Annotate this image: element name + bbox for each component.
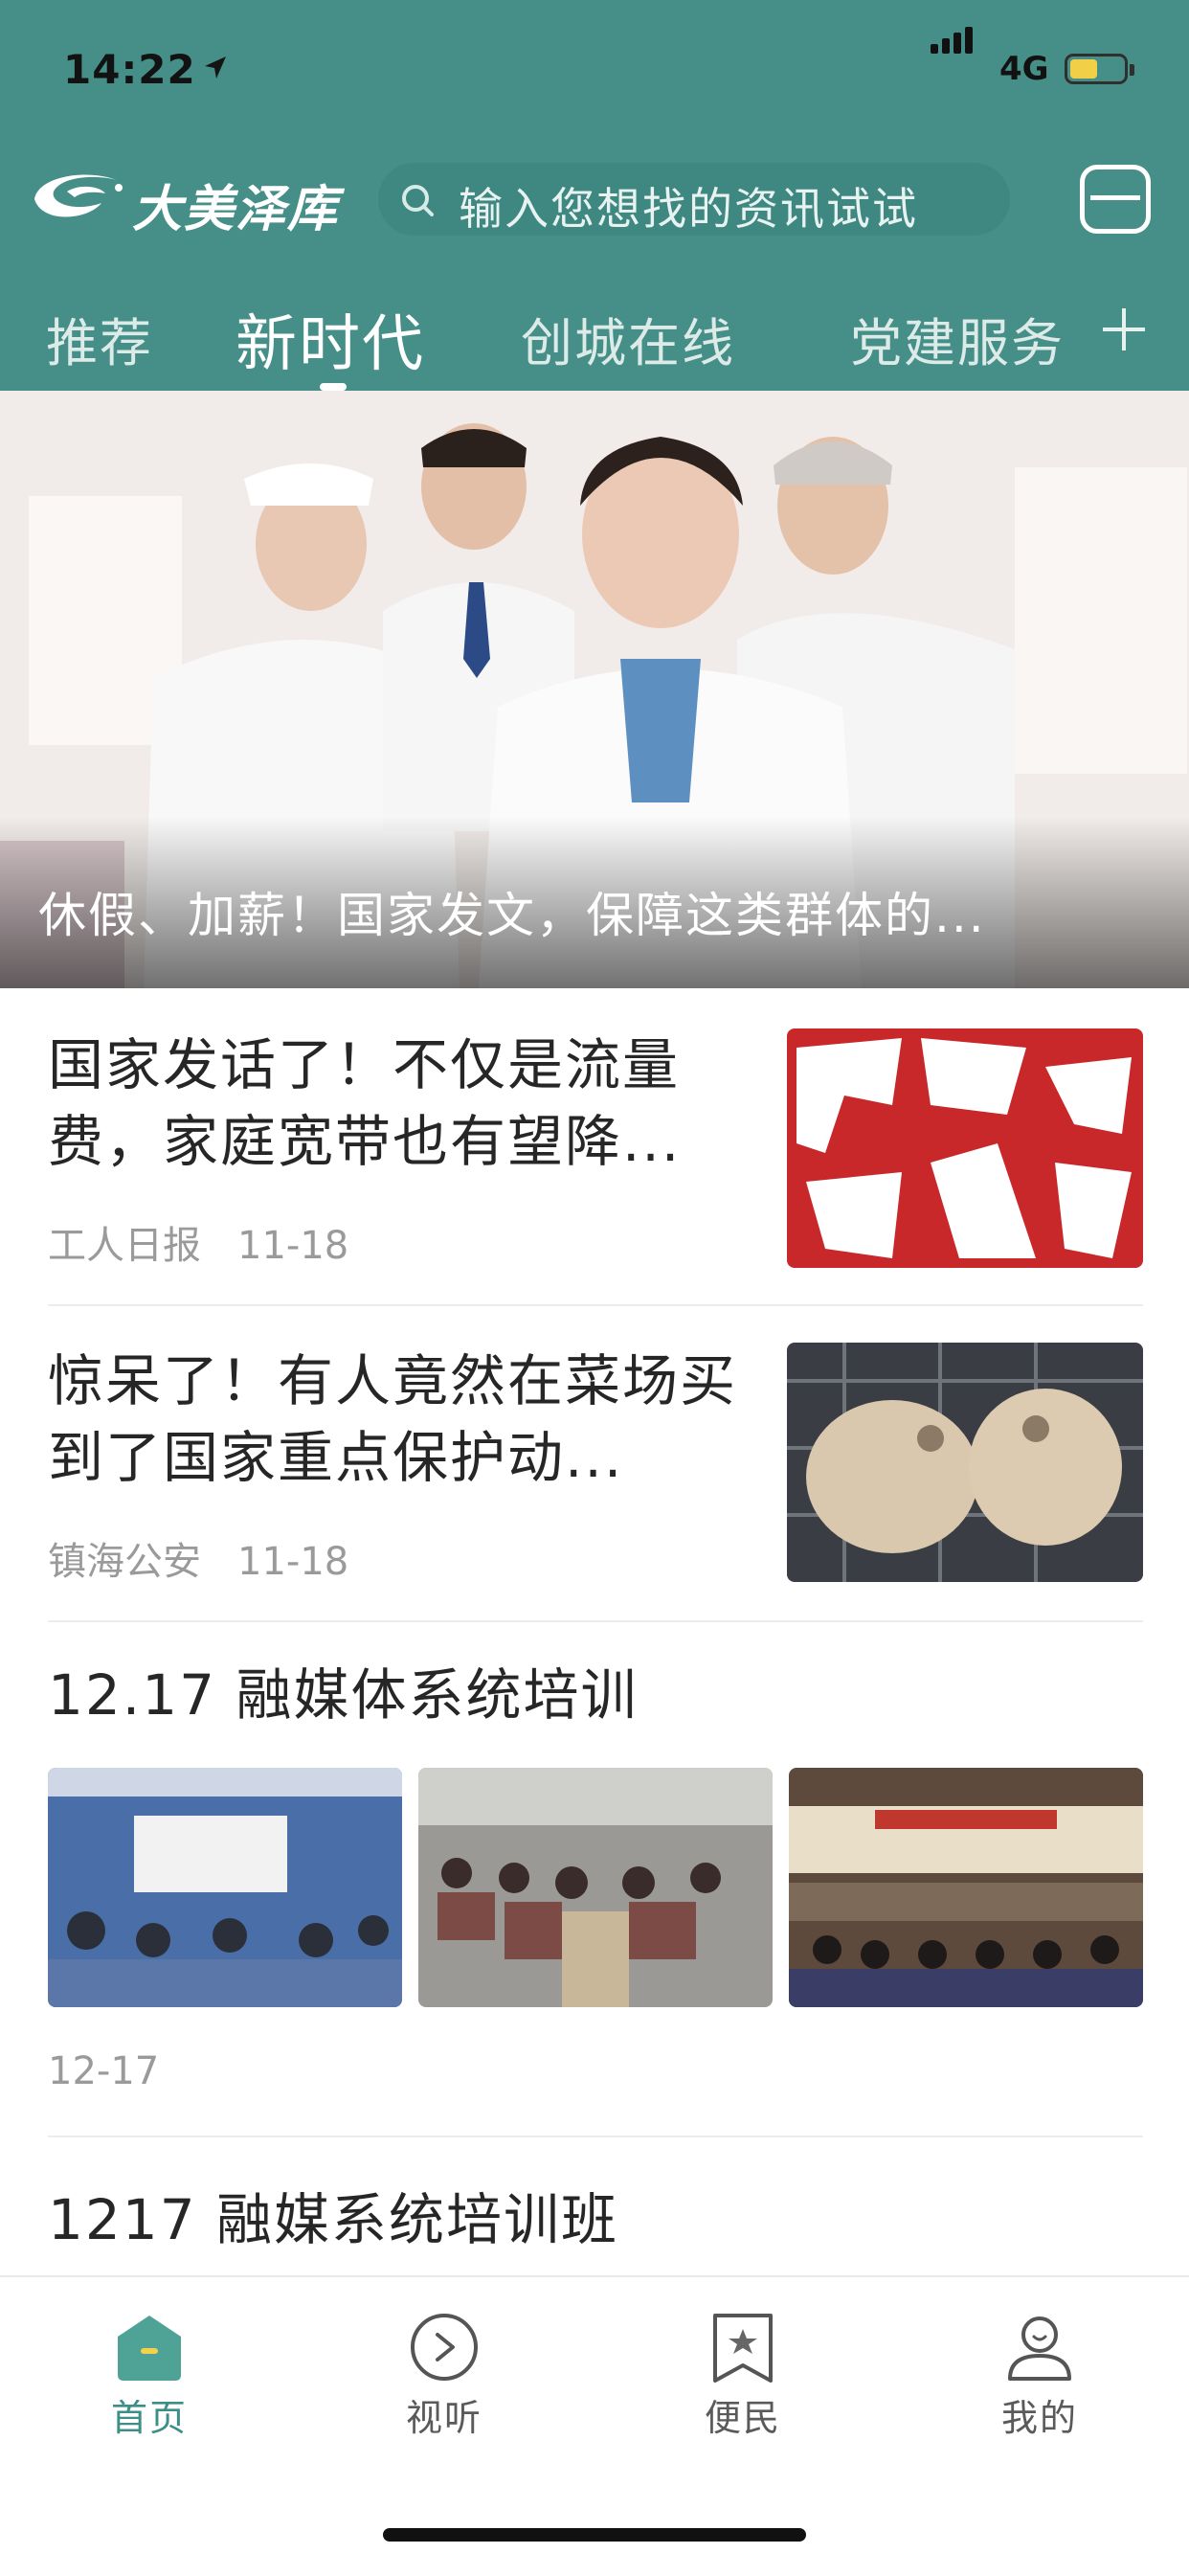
- tabbar-home[interactable]: 首页: [54, 2312, 245, 2441]
- news-date: 11-18: [237, 1540, 349, 1584]
- news-source: 镇海公安: [48, 1540, 201, 1584]
- status-time: 14:22: [63, 46, 196, 93]
- tab-recommend[interactable]: 推荐: [46, 301, 153, 376]
- app-header: 14:22 4G 大美泽库 输入您想找的资讯试试 推荐 新时代 创城在线 党建服…: [0, 0, 1189, 391]
- gallery-image: [418, 1768, 773, 2007]
- news-thumbnail: [787, 1343, 1143, 1582]
- news-title: 惊呆了！有人竟然在菜场买到了国家重点保护动...: [48, 1348, 738, 1490]
- news-meta: 工人日报 11-18: [48, 1214, 385, 1270]
- tab-party-service[interactable]: 党建服务: [850, 301, 1065, 376]
- gallery-image: [48, 1768, 402, 2007]
- tab-new-era[interactable]: 新时代: [236, 295, 425, 383]
- home-indicator: [383, 2528, 806, 2542]
- news-item[interactable]: 国家发话了！不仅是流量费，家庭宽带也有望降... 工人日报 11-18: [0, 988, 1189, 1304]
- news-source: 工人日报: [48, 1224, 201, 1268]
- featured-banner[interactable]: 休假、加薪！国家发文，保障这类群体的...: [0, 391, 1189, 988]
- tabbar-services[interactable]: 便民: [647, 2312, 839, 2441]
- search-input[interactable]: 输入您想找的资讯试试: [378, 163, 1010, 236]
- search-icon: [402, 185, 434, 216]
- tabbar-media[interactable]: 视听: [348, 2312, 540, 2441]
- search-placeholder: 输入您想找的资讯试试: [459, 183, 918, 235]
- news-item[interactable]: 1217 融媒系统培训班: [0, 2137, 1189, 2271]
- logo-swirl-icon: [34, 174, 123, 217]
- user-icon: [1004, 2312, 1075, 2383]
- active-tab-indicator: [320, 383, 347, 391]
- location-arrow-icon: [205, 56, 226, 79]
- news-thumbnail: [787, 1028, 1143, 1268]
- gallery-image: [789, 1768, 1143, 2007]
- tabbar-label: 首页: [110, 2397, 188, 2439]
- banner-caption: 休假、加薪！国家发文，保障这类群体的...: [38, 888, 986, 943]
- channel-menu-button[interactable]: [1080, 165, 1151, 234]
- tabbar-label: 视听: [405, 2397, 482, 2439]
- logo-text: 大美泽库: [132, 181, 340, 238]
- gallery-images: [48, 1768, 1143, 2007]
- channel-tabs: 推荐 新时代 创城在线 党建服务: [0, 287, 1189, 391]
- news-item[interactable]: 惊呆了！有人竟然在菜场买到了国家重点保护动... 镇海公安 11-18: [0, 1306, 1189, 1620]
- tabbar-label: 便民: [704, 2397, 781, 2439]
- gallery-title: 12.17 融媒体系统培训: [48, 1662, 639, 1728]
- tabbar-profile[interactable]: 我的: [944, 2312, 1135, 2441]
- add-channel-icon[interactable]: [1103, 308, 1145, 350]
- news-meta: 镇海公安 11-18: [48, 1530, 385, 1586]
- tabbar-label: 我的: [1000, 2397, 1078, 2439]
- gallery-date: 12-17: [48, 2049, 160, 2093]
- play-circle-icon: [409, 2312, 480, 2383]
- news-date: 11-18: [237, 1224, 349, 1268]
- news-title: 1217 融媒系统培训班: [48, 2187, 619, 2252]
- battery-icon: [1065, 54, 1134, 84]
- gallery-news-item[interactable]: 12.17 融媒体系统培训 12-17: [0, 1622, 1189, 2135]
- home-icon: [114, 2312, 185, 2383]
- bookmark-star-icon: [707, 2312, 778, 2383]
- news-title: 国家发话了！不仅是流量费，家庭宽带也有望降...: [48, 1032, 682, 1174]
- app-logo: 大美泽库: [29, 163, 364, 238]
- tab-civic-online[interactable]: 创城在线: [521, 301, 735, 376]
- network-type: 4G: [999, 50, 1049, 88]
- status-bar: 14:22 4G: [0, 0, 1189, 144]
